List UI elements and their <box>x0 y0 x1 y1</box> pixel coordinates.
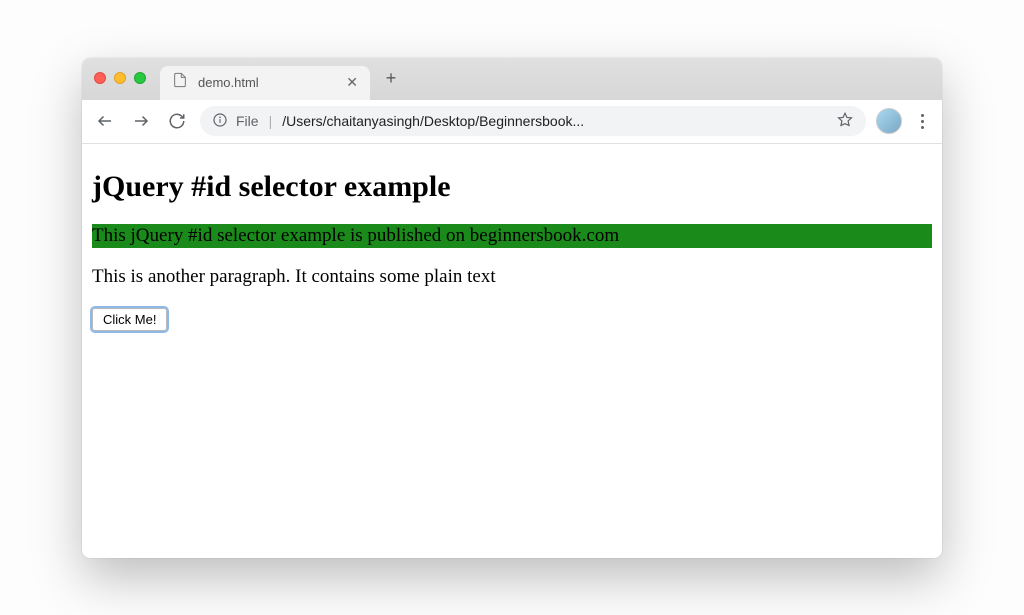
highlighted-paragraph: This jQuery #id selector example is publ… <box>92 224 932 249</box>
plain-paragraph: This is another paragraph. It contains s… <box>92 266 932 288</box>
tab-bar: demo.html ✕ + <box>82 58 942 100</box>
arrow-left-icon <box>96 112 114 130</box>
page-content: jQuery #id selector example This jQuery … <box>82 144 942 558</box>
forward-button[interactable] <box>128 108 154 134</box>
profile-avatar[interactable] <box>876 108 902 134</box>
bookmark-button[interactable] <box>836 111 854 132</box>
maximize-window-button[interactable] <box>134 72 146 84</box>
reload-icon <box>168 112 186 130</box>
browser-window: demo.html ✕ + File | /Users/chaitanyasin… <box>82 58 942 558</box>
back-button[interactable] <box>92 108 118 134</box>
address-bar[interactable]: File | /Users/chaitanyasingh/Desktop/Beg… <box>200 106 866 136</box>
arrow-right-icon <box>132 112 150 130</box>
url-path: /Users/chaitanyasingh/Desktop/Beginnersb… <box>282 113 828 129</box>
tab-title: demo.html <box>198 75 336 90</box>
toolbar: File | /Users/chaitanyasingh/Desktop/Beg… <box>82 100 942 144</box>
reload-button[interactable] <box>164 108 190 134</box>
url-scheme-label: File <box>236 113 259 129</box>
browser-tab[interactable]: demo.html ✕ <box>160 66 370 100</box>
window-controls <box>94 72 146 84</box>
close-window-button[interactable] <box>94 72 106 84</box>
minimize-window-button[interactable] <box>114 72 126 84</box>
page-heading: jQuery #id selector example <box>92 170 932 204</box>
close-tab-button[interactable]: ✕ <box>346 74 358 91</box>
click-me-button[interactable]: Click Me! <box>92 308 167 331</box>
info-icon <box>212 112 228 131</box>
star-icon <box>836 111 854 129</box>
new-tab-button[interactable]: + <box>376 64 406 94</box>
file-icon <box>172 72 188 93</box>
url-separator: | <box>269 113 273 129</box>
menu-button[interactable] <box>912 114 932 129</box>
